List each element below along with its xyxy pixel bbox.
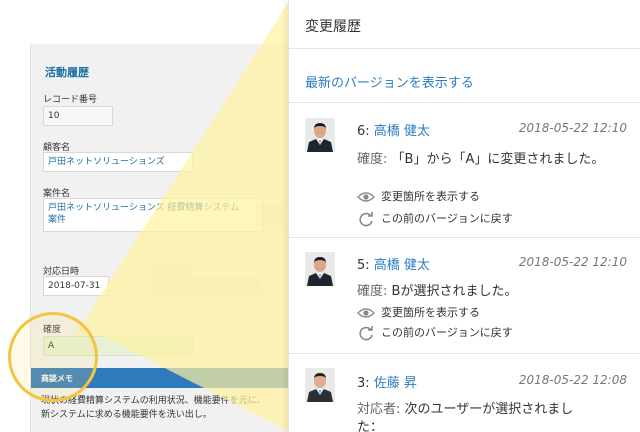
change-description: 確度: 「B」から「A」に変更されました。 bbox=[357, 148, 604, 167]
eye-icon bbox=[357, 192, 375, 202]
timestamp: 2018-05-22 12:10 bbox=[518, 255, 627, 269]
change-description: 対応者: 次のユーザーが選択されまし bbox=[357, 398, 573, 417]
user-link[interactable]: 高橋 健太 bbox=[374, 258, 430, 273]
history-title: 変更履歴 bbox=[305, 19, 361, 35]
show-diff-label[interactable]: 変更箇所を表示する bbox=[381, 306, 480, 319]
title-separator bbox=[289, 48, 640, 49]
avatar bbox=[305, 118, 335, 152]
field-name: 確度: bbox=[357, 152, 388, 167]
field-name: 対応者: bbox=[357, 402, 401, 417]
timestamp: 2018-05-22 12:10 bbox=[518, 121, 627, 135]
change-text: 次のユーザーが選択されまし bbox=[404, 402, 574, 417]
version-number: 6: bbox=[357, 124, 370, 139]
timestamp: 2018-05-22 12:08 bbox=[518, 373, 627, 387]
revert-icon bbox=[359, 326, 373, 341]
revert-label[interactable]: この前のバージョンに戻す bbox=[381, 212, 513, 225]
revert-action[interactable]: この前のバージョンに戻す bbox=[357, 210, 513, 227]
change-description-cont: た： bbox=[357, 420, 384, 432]
user-link[interactable]: 高橋 健太 bbox=[374, 124, 430, 139]
version-header: 5: 高橋 健太 bbox=[357, 254, 430, 273]
link-separator bbox=[289, 102, 640, 103]
eye-icon bbox=[357, 308, 375, 318]
version-number: 3: bbox=[357, 376, 370, 391]
show-diff-label[interactable]: 変更箇所を表示する bbox=[381, 190, 480, 203]
change-text: Bが選択されました。 bbox=[391, 284, 518, 299]
avatar bbox=[305, 368, 335, 402]
version-number: 5: bbox=[357, 258, 370, 273]
history-entry: 3: 佐藤 昇 2018-05-22 12:08 対応者: 次のユーザーが選択さ… bbox=[289, 354, 640, 432]
avatar bbox=[305, 252, 335, 286]
change-text: 「B」から「A」に変更されました。 bbox=[391, 152, 605, 167]
history-panel: 変更履歴 最新のバージョンを表示する 6: 高橋 健太 2018-05-22 1… bbox=[288, 0, 640, 432]
history-entry: 5: 高橋 健太 2018-05-22 12:10 確度: Bが選択されました。… bbox=[289, 238, 640, 352]
revert-action[interactable]: この前のバージョンに戻す bbox=[357, 324, 513, 341]
change-description: 確度: Bが選択されました。 bbox=[357, 280, 517, 299]
version-header: 6: 高橋 健太 bbox=[357, 120, 430, 139]
user-link[interactable]: 佐藤 昇 bbox=[374, 376, 417, 391]
revert-icon bbox=[359, 212, 373, 227]
latest-version-link[interactable]: 最新のバージョンを表示する bbox=[305, 72, 474, 91]
highlight-circle bbox=[8, 312, 98, 402]
revert-label[interactable]: この前のバージョンに戻す bbox=[381, 326, 513, 339]
show-diff-action[interactable]: 変更箇所を表示する bbox=[357, 188, 480, 204]
history-entry: 6: 高橋 健太 2018-05-22 12:10 確度: 「B」から「A」に変… bbox=[289, 104, 640, 236]
version-header: 3: 佐藤 昇 bbox=[357, 372, 417, 391]
field-name: 確度: bbox=[357, 284, 388, 299]
show-diff-action[interactable]: 変更箇所を表示する bbox=[357, 304, 480, 320]
